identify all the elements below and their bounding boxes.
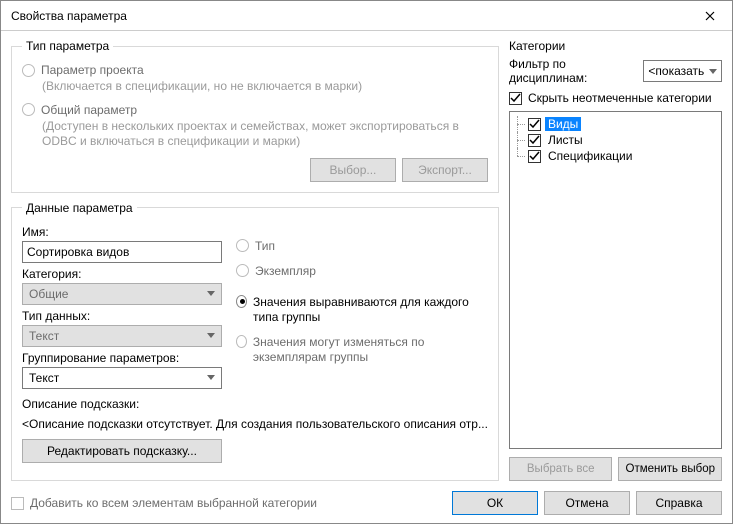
categories-tree[interactable]: Виды Листы Спецификации: [509, 111, 722, 449]
category-label: Категория:: [22, 267, 222, 281]
check-icon: [510, 93, 521, 104]
project-param-label: Параметр проекта: [41, 63, 144, 77]
name-label: Имя:: [22, 225, 222, 239]
param-data-group: Данные параметра Имя: Категория: Общие Т…: [11, 201, 499, 481]
param-data-legend: Данные параметра: [22, 201, 137, 215]
datatype-value: Текст: [29, 329, 59, 343]
project-param-radio: [22, 64, 35, 77]
shared-param-desc: (Доступен в нескольких проектах и семейс…: [42, 119, 488, 150]
chevron-down-icon: [207, 333, 215, 338]
project-param-desc: (Включается в спецификации, но не включа…: [42, 79, 488, 95]
filter-label: Фильтр по дисциплинам:: [509, 57, 637, 85]
tree-checkbox[interactable]: [528, 134, 541, 147]
align-per-group-label: Значения выравниваются для каждого типа …: [253, 295, 488, 325]
close-button[interactable]: [687, 1, 732, 31]
edit-tooltip-button[interactable]: Редактировать подсказку...: [22, 439, 222, 463]
choose-button: Выбор...: [310, 158, 396, 182]
grouping-label: Группирование параметров:: [22, 351, 222, 365]
tree-item[interactable]: Спецификации: [512, 148, 719, 164]
add-all-label: Добавить ко всем элементам выбранной кат…: [30, 496, 317, 510]
param-type-group: Тип параметра Параметр проекта (Включает…: [11, 39, 499, 193]
name-input[interactable]: [22, 241, 222, 263]
hide-unchecked-label: Скрыть неотмеченные категории: [528, 91, 712, 105]
select-all-button: Выбрать все: [509, 457, 613, 481]
check-icon: [529, 151, 540, 162]
type-radio: [236, 239, 249, 252]
chevron-down-icon: [207, 291, 215, 296]
hide-unchecked-checkbox[interactable]: [509, 92, 522, 105]
chevron-down-icon: [709, 69, 717, 74]
deselect-all-button[interactable]: Отменить выбор: [618, 457, 722, 481]
param-type-legend: Тип параметра: [22, 39, 113, 53]
shared-param-radio: [22, 103, 35, 116]
add-all-checkbox: [11, 497, 24, 510]
tree-item[interactable]: Листы: [512, 132, 719, 148]
tooltip-text: <Описание подсказки отсутствует. Для соз…: [22, 417, 488, 431]
close-icon: [705, 11, 715, 21]
grouping-select[interactable]: Текст: [22, 367, 222, 389]
titlebar: Свойства параметра: [1, 1, 732, 31]
check-icon: [529, 135, 540, 146]
tree-checkbox[interactable]: [528, 150, 541, 163]
export-button: Экспорт...: [402, 158, 488, 182]
vary-per-instance-radio: [236, 335, 247, 348]
grouping-value: Текст: [29, 371, 59, 385]
categories-legend: Категории: [509, 39, 722, 53]
tree-item[interactable]: Виды: [512, 116, 719, 132]
align-per-group-radio[interactable]: [236, 295, 247, 308]
type-radio-label: Тип: [255, 239, 275, 254]
tree-item-label: Виды: [545, 117, 581, 131]
check-icon: [529, 119, 540, 130]
tree-item-label: Спецификации: [545, 149, 635, 163]
tree-checkbox[interactable]: [528, 118, 541, 131]
category-select: Общие: [22, 283, 222, 305]
tooltip-label: Описание подсказки:: [22, 397, 222, 411]
cancel-button[interactable]: Отмена: [544, 491, 630, 515]
chevron-down-icon: [207, 375, 215, 380]
filter-select[interactable]: <показать: [643, 60, 722, 82]
shared-param-label: Общий параметр: [41, 103, 137, 117]
datatype-label: Тип данных:: [22, 309, 222, 323]
vary-per-instance-label: Значения могут изменяться по экземплярам…: [253, 335, 488, 365]
tree-item-label: Листы: [545, 133, 586, 147]
instance-radio: [236, 264, 249, 277]
category-value: Общие: [29, 287, 68, 301]
filter-value: <показать: [648, 64, 704, 78]
help-button[interactable]: Справка: [636, 491, 722, 515]
datatype-select: Текст: [22, 325, 222, 347]
instance-radio-label: Экземпляр: [255, 264, 316, 279]
ok-button[interactable]: ОК: [452, 491, 538, 515]
window-title: Свойства параметра: [11, 9, 127, 23]
